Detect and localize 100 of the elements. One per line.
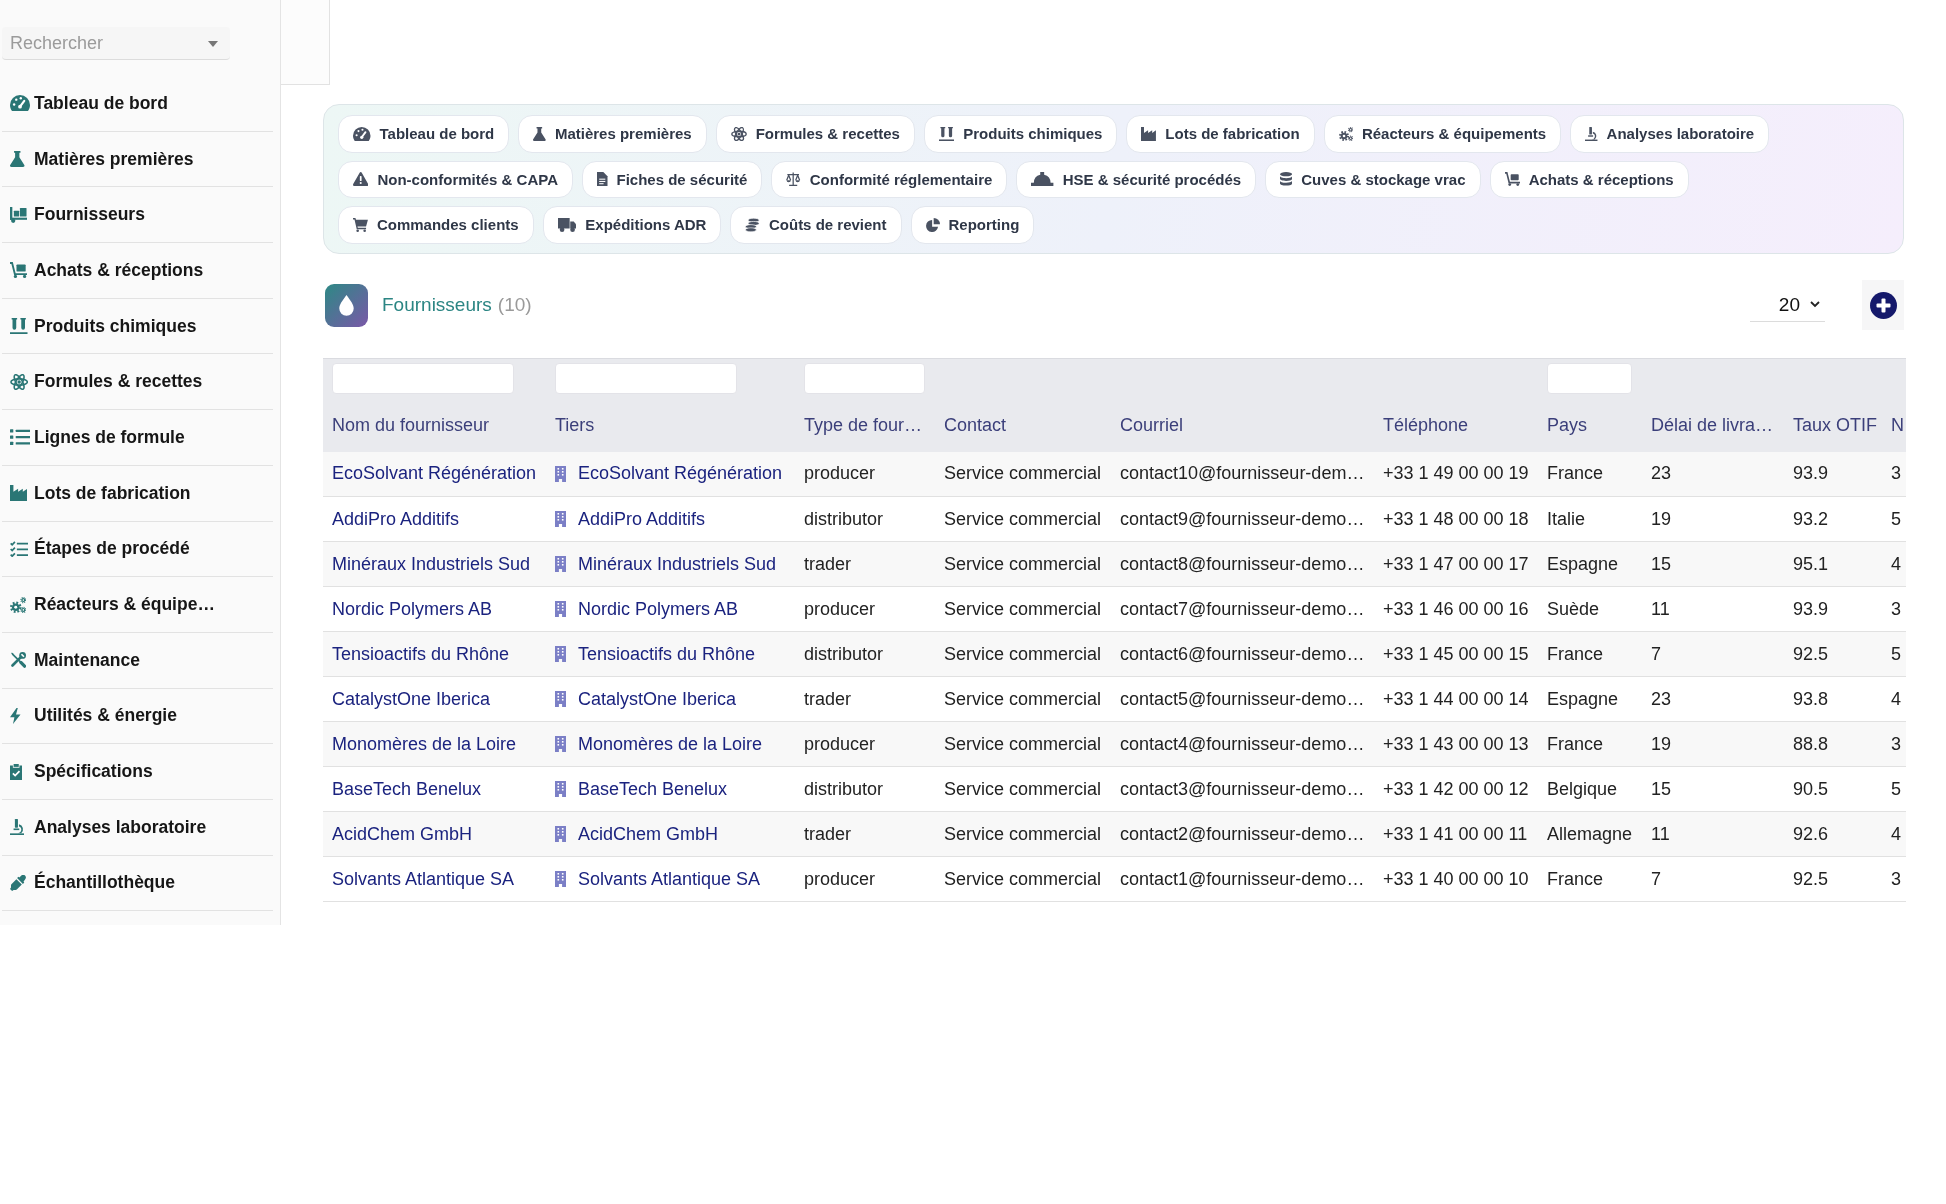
sidebar-item[interactable]: Achats & réceptions	[2, 243, 273, 299]
quick-link[interactable]: Conformité réglementaire	[771, 160, 1008, 198]
name-link[interactable]: Tensioactifs du Rhône	[332, 643, 510, 664]
quick-link[interactable]: Commandes clients	[338, 206, 534, 244]
quick-link[interactable]: Matières premières	[518, 115, 707, 153]
table-cell: 11	[1642, 586, 1784, 632]
quick-link[interactable]: HSE & sécurité procédés	[1016, 160, 1257, 198]
quick-link[interactable]: Tableau de bord	[338, 115, 510, 153]
table-cell: 5	[1886, 631, 1906, 677]
sidebar-item[interactable]: Lignes de formule	[2, 410, 273, 466]
table-cell: contact5@fournisseur-demo…	[1111, 676, 1374, 722]
table-cell: Italie	[1538, 496, 1642, 542]
table-cell: contact4@fournisseur-demo…	[1111, 721, 1374, 767]
entity-link[interactable]: BaseTech Benelux	[578, 778, 728, 800]
sidebar-item[interactable]: Produits chimiques	[2, 298, 273, 355]
coins-icon	[745, 217, 760, 232]
boxes-dolly-icon	[10, 206, 28, 223]
entity-link[interactable]: CatalystOne Iberica	[578, 688, 737, 710]
quick-link[interactable]: Non-conformités & CAPA	[338, 160, 573, 198]
sidebar-item[interactable]: Tableau de bord	[2, 76, 273, 132]
name-link[interactable]: AcidChem GmbH	[332, 823, 473, 844]
column-header: Téléphone	[1374, 398, 1538, 452]
table-cell: producer	[795, 586, 935, 632]
quick-link[interactable]: Achats & réceptions	[1489, 160, 1689, 198]
chevron-down-icon	[1810, 301, 1820, 308]
name-link[interactable]: Nordic Polymers AB	[332, 598, 493, 619]
sidebar-item[interactable]: Réacteurs & équipe…	[2, 577, 273, 633]
filter-field[interactable]	[804, 363, 925, 394]
table-cell: Belgique	[1538, 766, 1642, 812]
gears-icon	[1338, 126, 1353, 141]
table-cell: distributor	[795, 766, 935, 812]
table-cell: Service commercial	[935, 586, 1111, 632]
table-cell: +33 1 43 00 00 13	[1374, 721, 1538, 767]
quick-link[interactable]: Formules & recettes	[715, 115, 915, 153]
table-cell: Service commercial	[935, 856, 1111, 902]
table-cell: 93.9	[1784, 451, 1886, 497]
table-cell: contact10@fournisseur-dem…	[1111, 451, 1374, 497]
table-cell: 95.1	[1784, 541, 1886, 587]
page-size-select[interactable]: 20	[1750, 288, 1825, 322]
hard-hat-icon	[1031, 172, 1054, 187]
sidebar-item[interactable]: Formules & recettes	[2, 354, 273, 411]
quick-link[interactable]: Analyses laboratoire	[1570, 115, 1770, 153]
table-cell: +33 1 40 00 00 10	[1374, 856, 1538, 902]
quick-link[interactable]: Produits chimiques	[923, 115, 1118, 153]
quick-link[interactable]: Lots de fabrication	[1126, 115, 1315, 153]
atom-icon	[10, 373, 29, 390]
quick-link[interactable]: Fiches de sécurité	[582, 160, 763, 198]
column-header: Courriel	[1111, 398, 1374, 452]
entity-link[interactable]: Monomères de la Loire	[578, 733, 763, 755]
sidebar-item[interactable]: Matières premières	[2, 131, 273, 188]
sidebar-item[interactable]: Fournisseurs	[2, 187, 273, 244]
filter-field[interactable]	[332, 363, 514, 394]
table-cell: contact6@fournisseur-demo…	[1111, 631, 1374, 677]
sidebar-item[interactable]: Échantillothèque	[2, 855, 273, 912]
name-link[interactable]: AddiPro Additifs	[332, 508, 460, 529]
filter-field[interactable]	[1547, 363, 1632, 394]
name-link[interactable]: Minéraux Industriels Sud	[332, 553, 531, 574]
table-cell: 90.5	[1784, 766, 1886, 812]
sidebar-item[interactable]: Lots de fabrication	[2, 465, 273, 522]
quick-link[interactable]: Coûts de revient	[730, 206, 902, 244]
entity-link[interactable]: Solvants Atlantique SA	[578, 868, 761, 890]
entity-link[interactable]: Minéraux Industriels Sud	[578, 553, 777, 575]
table-cell: Suède	[1538, 586, 1642, 632]
sidebar-item[interactable]: Maintenance	[2, 632, 273, 689]
sidebar-item[interactable]: Utilités & énergie	[2, 688, 273, 745]
add-button[interactable]	[1862, 280, 1904, 330]
hand-truck-icon	[10, 262, 28, 279]
building-icon	[555, 826, 566, 842]
entity-link[interactable]: AddiPro Additifs	[578, 508, 706, 530]
record-count: (10)	[497, 294, 532, 316]
name-link[interactable]: BaseTech Benelux	[332, 778, 482, 799]
name-link[interactable]: CatalystOne Iberica	[332, 688, 491, 709]
table-cell: contact8@fournisseur-demo…	[1111, 541, 1374, 587]
sidebar-item[interactable]: Étapes de procédé	[2, 521, 273, 578]
entity-link[interactable]: Nordic Polymers AB	[578, 598, 739, 620]
table-cell: 11	[1642, 811, 1784, 857]
name-link[interactable]: EcoSolvant Régénération	[332, 463, 537, 484]
factory-icon	[10, 485, 28, 502]
sidebar-item[interactable]: Spécifications	[2, 744, 273, 800]
name-link[interactable]: Solvants Atlantique SA	[332, 868, 515, 889]
quick-link[interactable]: Cuves & stockage vrac	[1265, 160, 1481, 198]
entity-link[interactable]: EcoSolvant Régénération	[578, 463, 783, 485]
column-header: Taux OTIF	[1784, 398, 1886, 452]
building-icon	[555, 781, 566, 797]
table-cell: 88.8	[1784, 721, 1886, 767]
lightning-icon	[10, 707, 21, 724]
column-header: Contact	[935, 398, 1111, 452]
table-cell: +33 1 46 00 00 16	[1374, 586, 1538, 632]
filter-field[interactable]	[555, 363, 737, 394]
sidebar-item[interactable]: Analyses laboratoire	[2, 799, 273, 856]
entity-link[interactable]: AcidChem GmbH	[578, 823, 719, 845]
quick-link[interactable]: Réacteurs & équipements	[1323, 115, 1562, 153]
quick-link[interactable]: Expéditions ADR	[542, 206, 722, 244]
entity-link[interactable]: Tensioactifs du Rhône	[578, 643, 756, 665]
name-link[interactable]: Monomères de la Loire	[332, 733, 517, 754]
search-field[interactable]: Rechercher	[2, 27, 230, 60]
table-cell: France	[1538, 631, 1642, 677]
column-header: Type de four…	[795, 398, 935, 452]
quick-link[interactable]: Reporting	[910, 206, 1035, 244]
atom-icon	[730, 126, 747, 141]
